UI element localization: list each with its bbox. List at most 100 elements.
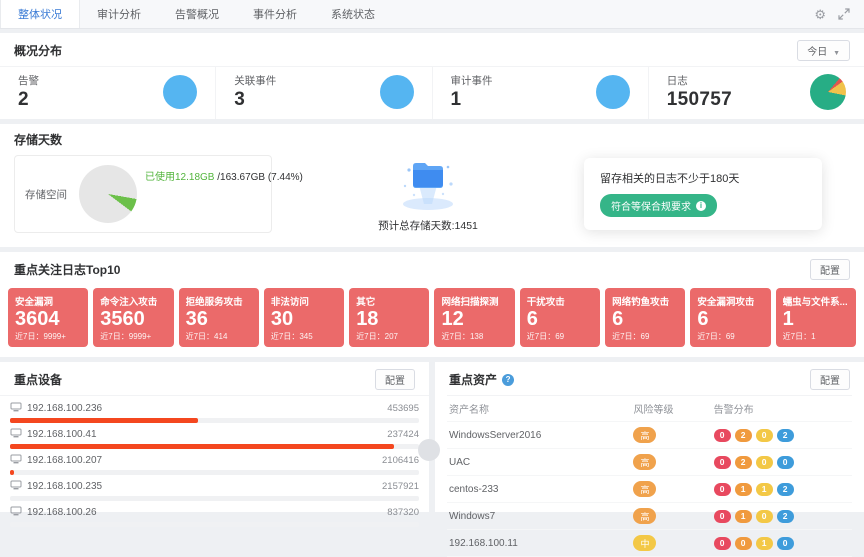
log-card[interactable]: 蠕虫与文件系... 1 近7日：1 bbox=[776, 288, 856, 347]
log-card-recent: 近7日：207 bbox=[356, 331, 422, 342]
device-ip: 192.168.100.235 bbox=[27, 481, 102, 492]
asset-row[interactable]: WindowsServer2016 高 0202 bbox=[447, 422, 852, 449]
alarm-badges: 0200 bbox=[714, 456, 850, 469]
log-card[interactable]: 安全漏洞 3604 近7日：9999+ bbox=[8, 288, 88, 347]
alarm-high-badge: 2 bbox=[735, 429, 752, 442]
col-risk-level: 风险等级 bbox=[633, 401, 713, 416]
audit-circle-icon bbox=[596, 75, 630, 109]
alarm-circle-icon bbox=[163, 75, 197, 109]
alarm-medium-badge: 1 bbox=[756, 483, 773, 496]
fullscreen-icon[interactable] bbox=[838, 8, 850, 20]
alarm-badges: 0102 bbox=[714, 510, 850, 523]
device-row[interactable]: 192.168.100.41 237424 bbox=[10, 423, 419, 449]
log-card-title: 非法访问 bbox=[271, 294, 337, 308]
key-devices-section: 重点设备 配置 192.168.100.236 453695 192.168.1… bbox=[0, 362, 429, 512]
alarm-medium-badge: 0 bbox=[756, 456, 773, 469]
stat-value: 1 bbox=[451, 89, 493, 111]
alarm-critical-badge: 0 bbox=[714, 429, 731, 442]
device-icon bbox=[10, 454, 22, 467]
top-logs-cards-row: 安全漏洞 3604 近7日：9999+ 命令注入攻击 3560 近7日：9999… bbox=[0, 285, 864, 357]
event-circle-icon bbox=[380, 75, 414, 109]
alarm-critical-badge: 0 bbox=[714, 456, 731, 469]
alarm-high-badge: 2 bbox=[735, 456, 752, 469]
log-card-recent: 近7日：69 bbox=[527, 331, 593, 342]
alarm-info-badge: 2 bbox=[777, 510, 794, 523]
device-log-count: 837320 bbox=[387, 507, 419, 518]
log-card[interactable]: 命令注入攻击 3560 近7日：9999+ bbox=[93, 288, 173, 347]
assets-config-button[interactable]: 配置 bbox=[810, 369, 850, 390]
device-row[interactable]: 192.168.100.236 453695 bbox=[10, 397, 419, 423]
log-card-value: 6 bbox=[697, 308, 763, 331]
tab-alarm-overview[interactable]: 告警概况 bbox=[158, 0, 236, 28]
tab-event-analysis[interactable]: 事件分析 bbox=[236, 0, 314, 28]
log-card-value: 12 bbox=[441, 308, 507, 331]
risk-badge: 高 bbox=[633, 454, 656, 470]
log-card-value: 3604 bbox=[15, 308, 81, 331]
log-card-value: 30 bbox=[271, 308, 337, 331]
compliance-badge-button[interactable]: 符合等保合规要求 i bbox=[600, 194, 717, 217]
stat-label: 审计事件 bbox=[451, 73, 493, 88]
log-card[interactable]: 非法访问 30 近7日：345 bbox=[264, 288, 344, 347]
asset-row[interactable]: 192.168.100.11 中 0010 bbox=[447, 530, 852, 557]
stat-value: 3 bbox=[234, 89, 276, 111]
stat-value: 2 bbox=[18, 89, 39, 111]
stat-audit-events[interactable]: 审计事件 1 bbox=[433, 67, 649, 119]
storage-space-box: 存储空间 已使用12.18GB /163.67GB (7.44%) bbox=[14, 155, 272, 233]
alarm-info-badge: 2 bbox=[777, 483, 794, 496]
devices-config-button[interactable]: 配置 bbox=[375, 369, 415, 390]
log-card-title: 安全漏洞 bbox=[15, 294, 81, 308]
col-asset-name: 资产名称 bbox=[449, 401, 633, 416]
alarm-medium-badge: 0 bbox=[756, 510, 773, 523]
device-ip: 192.168.100.236 bbox=[27, 403, 102, 414]
key-devices-title: 重点设备 bbox=[14, 371, 62, 388]
top-logs-config-button[interactable]: 配置 bbox=[810, 259, 850, 280]
log-card-recent: 近7日：9999+ bbox=[15, 331, 81, 342]
alarm-badges: 0202 bbox=[714, 429, 850, 442]
assets-table-header: 资产名称 风险等级 告警分布 bbox=[447, 396, 852, 422]
assets-table: 资产名称 风险等级 告警分布 WindowsServer2016 高 0202 … bbox=[447, 395, 852, 557]
estimated-storage-days: 预计总存储天数:1451 bbox=[378, 218, 478, 233]
device-ip: 192.168.100.26 bbox=[27, 507, 97, 518]
asset-name: centos-233 bbox=[449, 484, 633, 495]
compliance-card: 留存相关的日志不少于180天 符合等保合规要求 i bbox=[584, 158, 822, 230]
log-card-title: 蠕虫与文件系... bbox=[783, 294, 849, 308]
log-card[interactable]: 网络扫描探测 12 近7日：138 bbox=[434, 288, 514, 347]
log-card-title: 其它 bbox=[356, 294, 422, 308]
device-icon bbox=[10, 506, 22, 519]
risk-badge: 高 bbox=[633, 427, 656, 443]
log-card[interactable]: 其它 18 近7日：207 bbox=[349, 288, 429, 347]
log-card-recent: 近7日：414 bbox=[186, 331, 252, 342]
alarm-critical-badge: 0 bbox=[714, 537, 731, 550]
storage-used-value: 已使用12.18GB bbox=[145, 172, 214, 183]
log-card[interactable]: 拒绝服务攻击 36 近7日：414 bbox=[179, 288, 259, 347]
asset-row[interactable]: UAC 高 0200 bbox=[447, 449, 852, 476]
top-tab-bar: 整体状况 审计分析 告警概况 事件分析 系统状态 ⚙ bbox=[0, 0, 864, 29]
log-card[interactable]: 网络钓鱼攻击 6 近7日：69 bbox=[605, 288, 685, 347]
stat-logs[interactable]: 日志 150757 bbox=[649, 67, 864, 119]
alarm-badges: 0010 bbox=[714, 537, 850, 550]
log-card-value: 1 bbox=[783, 308, 849, 331]
asset-row[interactable]: Windows7 高 0102 bbox=[447, 503, 852, 530]
stat-correlated-events[interactable]: 关联事件 3 bbox=[216, 67, 432, 119]
device-row[interactable]: 192.168.100.235 2157921 bbox=[10, 475, 419, 501]
asset-row[interactable]: centos-233 高 0112 bbox=[447, 476, 852, 503]
asset-name: Windows7 bbox=[449, 511, 633, 522]
device-row[interactable]: 192.168.100.26 837320 bbox=[10, 501, 419, 527]
tab-system-status[interactable]: 系统状态 bbox=[314, 0, 392, 28]
log-card[interactable]: 安全漏洞攻击 6 近7日：69 bbox=[690, 288, 770, 347]
period-dropdown[interactable]: 今日 ▼ bbox=[797, 40, 850, 61]
tab-audit-analysis[interactable]: 审计分析 bbox=[80, 0, 158, 28]
asset-name: 192.168.100.11 bbox=[449, 538, 633, 549]
device-row[interactable]: 192.168.100.207 2106416 bbox=[10, 449, 419, 475]
log-card[interactable]: 干扰攻击 6 近7日：69 bbox=[520, 288, 600, 347]
help-icon[interactable]: ? bbox=[502, 374, 514, 386]
stat-alarms[interactable]: 告警 2 bbox=[0, 67, 216, 119]
tab-overall-status[interactable]: 整体状况 bbox=[0, 0, 80, 28]
overview-title: 概况分布 bbox=[14, 42, 62, 59]
overview-stats-row: 告警 2 关联事件 3 审计事件 1 日志 150757 bbox=[0, 66, 864, 119]
storage-section: 存储天数 存储空间 已使用12.18GB /163.67GB (7.44%) bbox=[0, 124, 864, 247]
top-logs-section: 重点关注日志Top10 配置 安全漏洞 3604 近7日：9999+ 命令注入攻… bbox=[0, 252, 864, 357]
gear-icon[interactable]: ⚙ bbox=[814, 8, 826, 21]
floating-scroll-button[interactable] bbox=[418, 439, 440, 461]
log-card-recent: 近7日：69 bbox=[697, 331, 763, 342]
